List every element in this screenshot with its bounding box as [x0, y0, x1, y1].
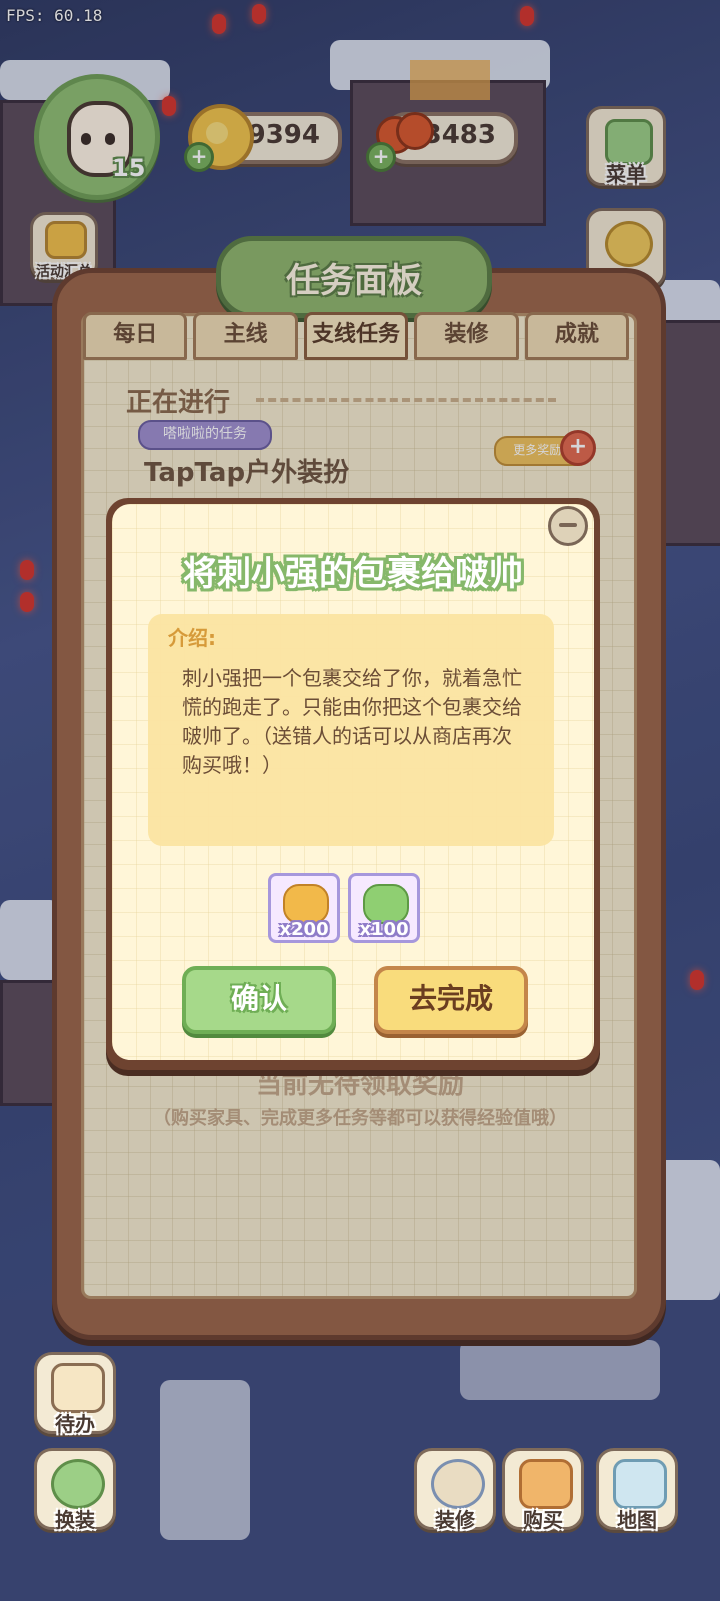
- reward-count: x100: [359, 919, 409, 940]
- intro-text: 刺小强把一个包裹交给了你，就着急忙慌的跑走了。只能由你把这个包裹交给啵帅了。（送…: [182, 666, 522, 777]
- shopping-bag-icon: [519, 1459, 573, 1509]
- checklist-icon: [51, 1363, 105, 1413]
- reward-count: x200: [279, 919, 329, 940]
- reward-slot-leaf[interactable]: x100: [348, 873, 420, 943]
- confirm-button[interactable]: 确认: [182, 966, 336, 1034]
- dialog-title: 将刺小强的包裹给啵帅: [183, 554, 523, 594]
- todo-label: 待办: [55, 1412, 95, 1436]
- close-icon[interactable]: [548, 506, 588, 546]
- map-button[interactable]: 地图: [596, 1448, 678, 1532]
- dress-up-label: 换装: [55, 1508, 95, 1532]
- shop-button[interactable]: 购买: [502, 1448, 584, 1532]
- reward-slot-gold[interactable]: x200: [268, 873, 340, 943]
- map-icon: [613, 1459, 667, 1509]
- map-label: 地图: [617, 1508, 657, 1532]
- decorate-button[interactable]: 装修: [414, 1448, 496, 1532]
- go-complete-button[interactable]: 去完成: [374, 966, 528, 1034]
- gold-pile-icon: [283, 884, 329, 924]
- decorate-label: 装修: [435, 1508, 475, 1532]
- outfit-icon: [51, 1459, 105, 1509]
- dress-up-button[interactable]: 换装: [34, 1448, 116, 1532]
- decorate-duck-icon: [431, 1459, 485, 1509]
- green-leaf-icon: [363, 884, 409, 924]
- intro-label: 介绍:: [168, 626, 216, 650]
- todo-button[interactable]: 待办: [34, 1352, 116, 1436]
- shop-label: 购买: [523, 1508, 563, 1532]
